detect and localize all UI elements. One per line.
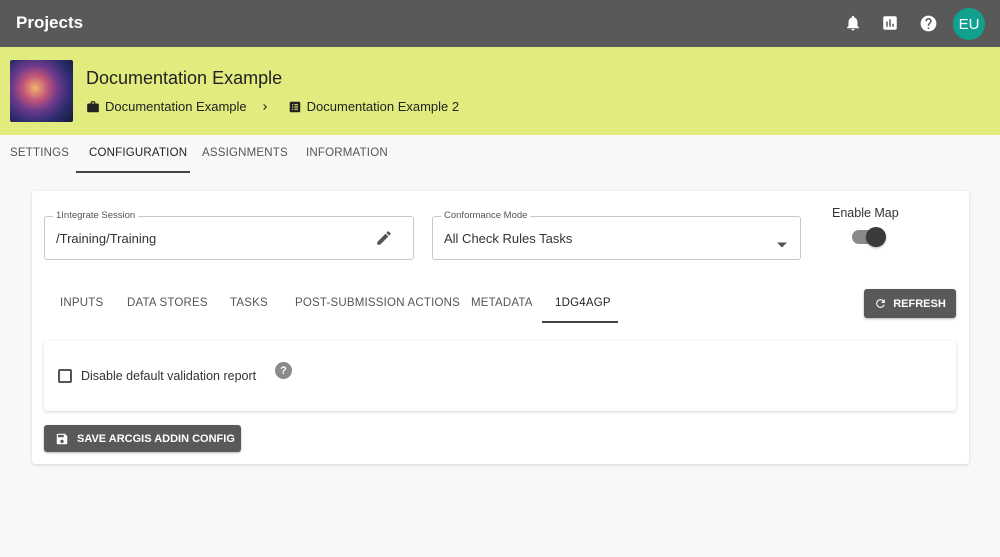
- tab-configuration[interactable]: CONFIGURATION: [89, 147, 187, 159]
- conformance-mode-value: All Check Rules Tasks: [444, 231, 573, 246]
- user-avatar[interactable]: EU: [953, 8, 985, 40]
- tab-settings[interactable]: SETTINGS: [10, 147, 69, 159]
- bell-icon[interactable]: [842, 12, 864, 34]
- session-field-label: 1Integrate Session: [53, 210, 139, 221]
- toggle-knob: [866, 227, 886, 247]
- pencil-icon[interactable]: [375, 229, 393, 252]
- top-app-bar: Projects EU: [0, 0, 1000, 47]
- project-thumbnail: [10, 60, 73, 122]
- list-alt-icon: [289, 101, 300, 112]
- refresh-icon: [876, 299, 886, 308]
- enable-map-label: Enable Map: [832, 206, 899, 220]
- project-title: Documentation Example: [86, 68, 283, 88]
- session-field[interactable]: 1Integrate Session /Training/Training: [44, 210, 414, 260]
- app-title: Projects: [16, 13, 84, 32]
- breadcrumb-label: Documentation Example: [105, 99, 247, 114]
- help-circle-icon[interactable]: [917, 12, 939, 34]
- configuration-card: 1Integrate Session /Training/Training Co…: [32, 191, 969, 464]
- subtab-inputs[interactable]: INPUTS: [60, 297, 103, 309]
- subtab-1dg4agp[interactable]: 1DG4AGP: [555, 297, 611, 309]
- help-icon[interactable]: ?: [275, 362, 292, 379]
- save-arcgis-addin-config-button[interactable]: SAVE ARCGIS ADDIN CONFIG: [44, 425, 241, 452]
- breadcrumb-item-subproject[interactable]: Documentation Example 2: [288, 99, 459, 114]
- breadcrumb-label: Documentation Example 2: [306, 99, 460, 114]
- subtab-metadata[interactable]: METADATA: [471, 297, 533, 309]
- subtab-data-stores[interactable]: DATA STORES: [127, 297, 208, 309]
- tab-information[interactable]: INFORMATION: [306, 147, 388, 159]
- active-subtab-indicator: [542, 321, 618, 323]
- active-tab-indicator: [76, 171, 190, 173]
- briefcase-icon: [87, 100, 99, 112]
- disable-validation-report-label: Disable default validation report: [81, 369, 257, 383]
- enable-map-toggle[interactable]: [852, 227, 886, 247]
- bar-chart-icon[interactable]: [879, 12, 901, 34]
- disable-validation-report-checkbox[interactable]: [58, 369, 72, 383]
- conformance-mode-label: Conformance Mode: [441, 210, 531, 221]
- save-button-label: SAVE ARCGIS ADDIN CONFIG: [77, 432, 235, 445]
- save-icon: [56, 433, 68, 444]
- addin-settings-panel: Disable default validation report ?: [44, 341, 956, 411]
- tab-assignments[interactable]: ASSIGNMENTS: [202, 147, 288, 159]
- refresh-button[interactable]: REFRESH: [864, 289, 956, 318]
- breadcrumb: Documentation Example Documentation Exam…: [86, 99, 459, 114]
- subtab-tasks[interactable]: TASKS: [230, 297, 268, 309]
- main-tabs: SETTINGS CONFIGURATION ASSIGNMENTS INFOR…: [0, 135, 1000, 173]
- conformance-mode-select[interactable]: Conformance Mode All Check Rules Tasks: [432, 210, 801, 260]
- project-header: Documentation Example Documentation Exam…: [0, 47, 1000, 135]
- session-field-value: /Training/Training: [56, 231, 157, 246]
- dropdown-arrow-icon: [777, 235, 787, 253]
- refresh-button-label: REFRESH: [893, 297, 946, 310]
- breadcrumb-item-project[interactable]: Documentation Example: [86, 99, 247, 114]
- chevron-right-icon: [259, 101, 276, 113]
- subtab-post-submission-actions[interactable]: POST-SUBMISSION ACTIONS: [295, 297, 460, 309]
